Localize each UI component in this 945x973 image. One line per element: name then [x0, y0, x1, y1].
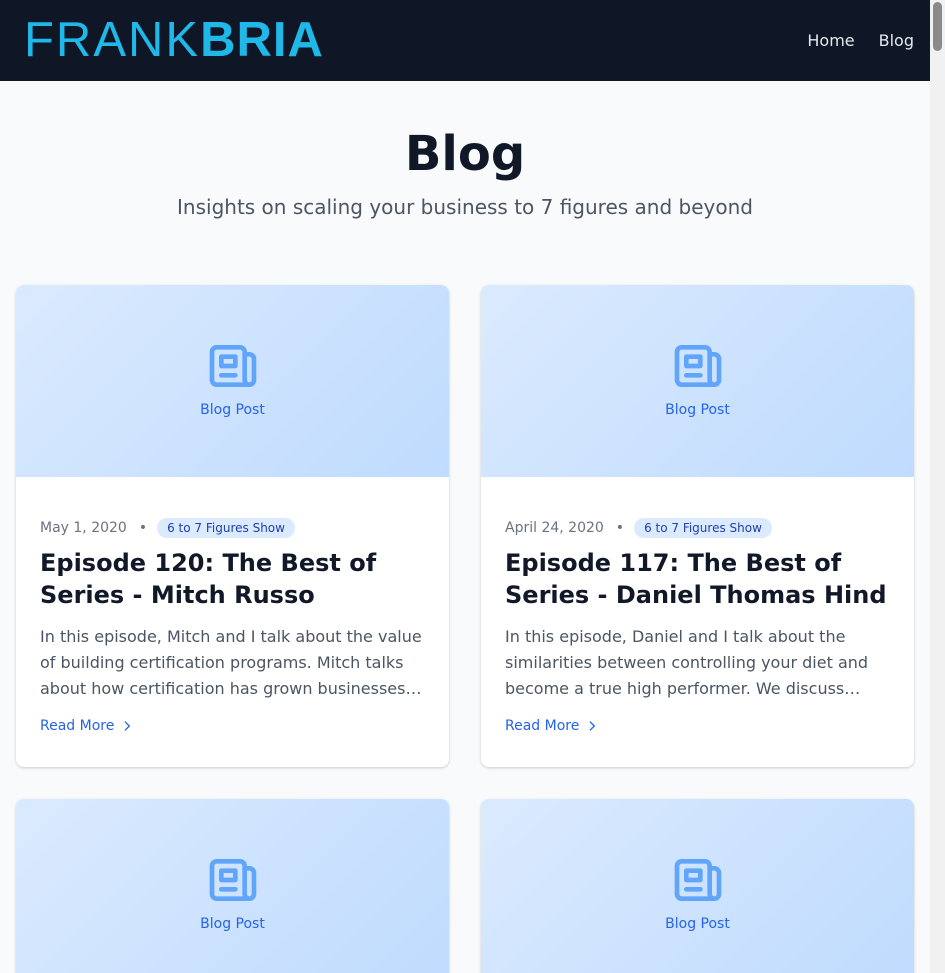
blog-card[interactable]: Blog Post: [481, 799, 914, 973]
newspaper-icon: [674, 859, 721, 901]
blog-hero: Blog Insights on scaling your business t…: [0, 125, 930, 219]
card-body: April 24, 2020 • 6 to 7 Figures Show Epi…: [481, 477, 914, 734]
card-meta: April 24, 2020 • 6 to 7 Figures Show: [505, 517, 890, 539]
meta-separator: •: [615, 520, 625, 536]
read-more-link[interactable]: Read More: [505, 718, 599, 734]
site-header: FRANKBRIA Home Blog: [0, 0, 930, 81]
card-image-label: Blog Post: [200, 916, 265, 932]
category-badge[interactable]: 6 to 7 Figures Show: [157, 518, 295, 538]
blog-card[interactable]: Blog Post April 24, 2020 • 6 to 7 Figure…: [481, 285, 914, 767]
blog-card[interactable]: Blog Post: [16, 799, 449, 973]
card-image-placeholder[interactable]: Blog Post: [481, 799, 914, 973]
card-body: May 1, 2020 • 6 to 7 Figures Show Episod…: [16, 477, 449, 734]
card-image-placeholder[interactable]: Blog Post: [16, 799, 449, 973]
read-more-label: Read More: [40, 718, 115, 734]
card-image-label: Blog Post: [665, 916, 730, 932]
scrollbar-thumb[interactable]: [933, 2, 942, 51]
site-logo[interactable]: FRANKBRIA: [24, 16, 324, 65]
newspaper-icon: [209, 345, 256, 387]
meta-separator: •: [138, 520, 148, 536]
newspaper-icon: [209, 859, 256, 901]
card-image-placeholder[interactable]: Blog Post: [16, 285, 449, 477]
nav-blog-link[interactable]: Blog: [879, 31, 914, 50]
post-excerpt: In this episode, Mitch and I talk about …: [40, 627, 422, 698]
page-title: Blog: [404, 126, 526, 182]
logo-text-light: FRANK: [24, 13, 201, 67]
post-title[interactable]: Episode 120: The Best of Series - Mitch …: [40, 547, 425, 611]
post-title[interactable]: Episode 117: The Best of Series - Daniel…: [505, 547, 890, 611]
category-badge[interactable]: 6 to 7 Figures Show: [634, 518, 772, 538]
post-date: April 24, 2020: [505, 520, 604, 536]
read-more-link[interactable]: Read More: [40, 718, 134, 734]
chevron-right-icon: [124, 721, 131, 731]
page-scrollbar[interactable]: [930, 0, 945, 973]
card-meta: May 1, 2020 • 6 to 7 Figures Show: [40, 517, 425, 539]
nav-home-link[interactable]: Home: [807, 31, 854, 50]
main-nav: Home Blog: [807, 31, 914, 50]
chevron-right-icon: [589, 721, 596, 731]
post-excerpt: In this episode, Daniel and I talk about…: [505, 627, 869, 698]
card-image-label: Blog Post: [665, 402, 730, 418]
newspaper-icon: [674, 345, 721, 387]
card-image-placeholder[interactable]: Blog Post: [481, 285, 914, 477]
logo-text-bold: BRIA: [200, 13, 324, 67]
page-subtitle: Insights on scaling your business to 7 f…: [177, 195, 753, 219]
card-image-label: Blog Post: [200, 402, 265, 418]
post-date: May 1, 2020: [40, 520, 127, 536]
blog-card[interactable]: Blog Post May 1, 2020 • 6 to 7 Figures S…: [16, 285, 449, 767]
read-more-label: Read More: [505, 718, 580, 734]
